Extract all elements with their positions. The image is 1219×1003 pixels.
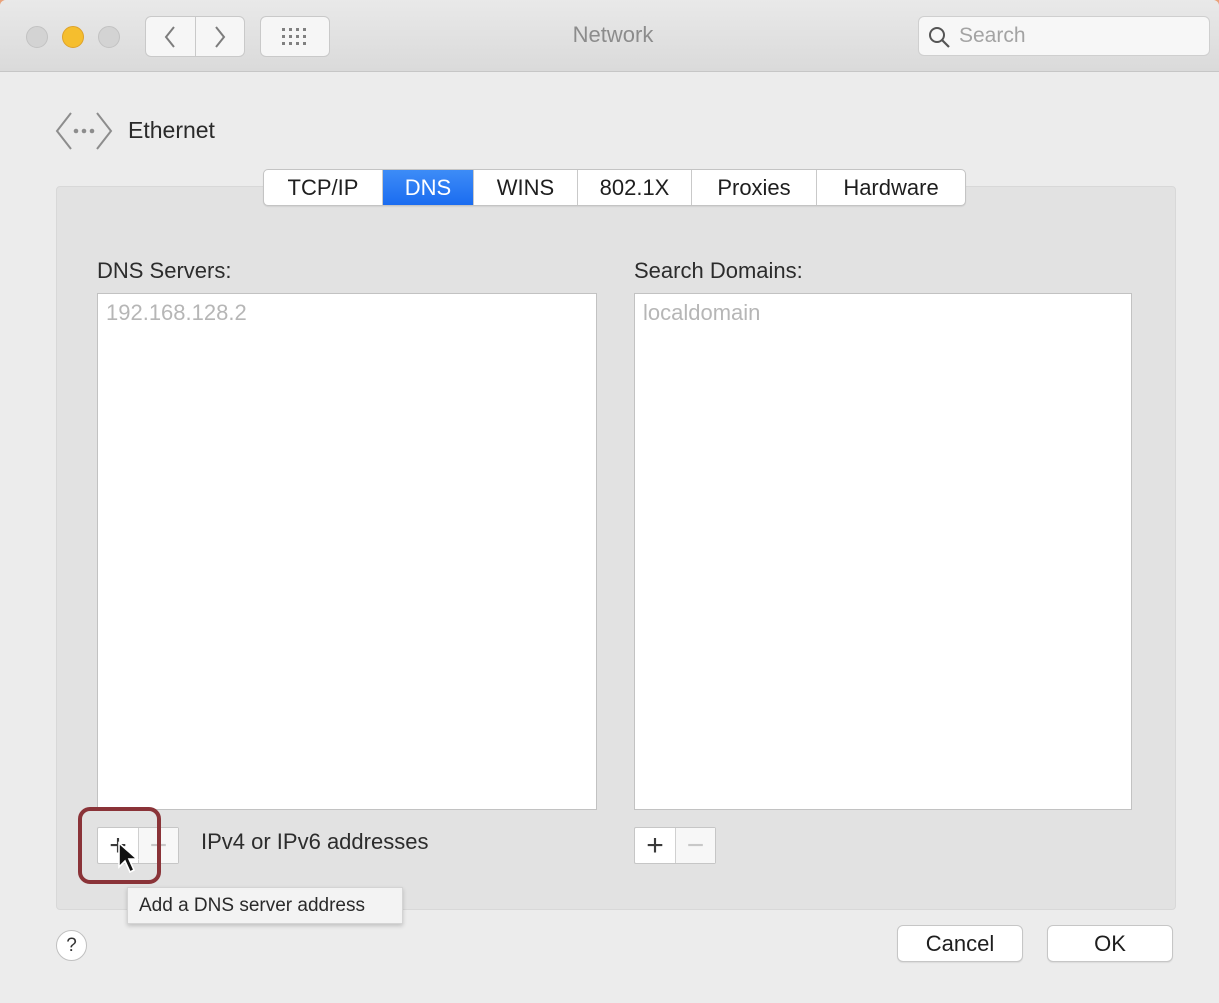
tooltip: Add a DNS server address xyxy=(127,887,403,924)
tab-dns[interactable]: DNS xyxy=(382,170,473,205)
tab-hardware[interactable]: Hardware xyxy=(816,170,965,205)
search-domains-list[interactable]: localdomain xyxy=(634,293,1132,810)
search-field[interactable] xyxy=(918,16,1210,56)
search-icon xyxy=(929,27,950,48)
dns-servers-label: DNS Servers: xyxy=(97,258,232,283)
tab-proxies[interactable]: Proxies xyxy=(691,170,816,205)
ethernet-icon xyxy=(55,112,113,150)
search-input[interactable] xyxy=(959,23,1199,49)
search-domains-buttons: + − xyxy=(634,827,716,864)
search-domains-label: Search Domains: xyxy=(634,258,803,283)
remove-search-domain-button[interactable]: − xyxy=(675,828,715,863)
network-preferences-window: Network Ethernet TCP/IP DNS WINS 802.1X … xyxy=(0,0,1219,1003)
tab-wins[interactable]: WINS xyxy=(473,170,577,205)
interface-name: Ethernet xyxy=(128,117,215,143)
pointer-cursor-icon xyxy=(118,841,139,874)
list-item[interactable]: 192.168.128.2 xyxy=(106,300,247,326)
tab-8021x[interactable]: 802.1X xyxy=(577,170,691,205)
ok-button[interactable]: OK xyxy=(1047,925,1173,962)
help-button[interactable]: ? xyxy=(56,930,87,961)
cancel-button[interactable]: Cancel xyxy=(897,925,1023,962)
list-item[interactable]: localdomain xyxy=(643,300,760,326)
dns-servers-hint: IPv4 or IPv6 addresses xyxy=(201,829,429,854)
add-search-domain-button[interactable]: + xyxy=(635,828,675,863)
tab-tcpip[interactable]: TCP/IP xyxy=(264,170,382,205)
dns-servers-list[interactable]: 192.168.128.2 xyxy=(97,293,597,810)
title-bar: Network xyxy=(0,0,1219,72)
tab-bar: TCP/IP DNS WINS 802.1X Proxies Hardware xyxy=(263,169,966,206)
